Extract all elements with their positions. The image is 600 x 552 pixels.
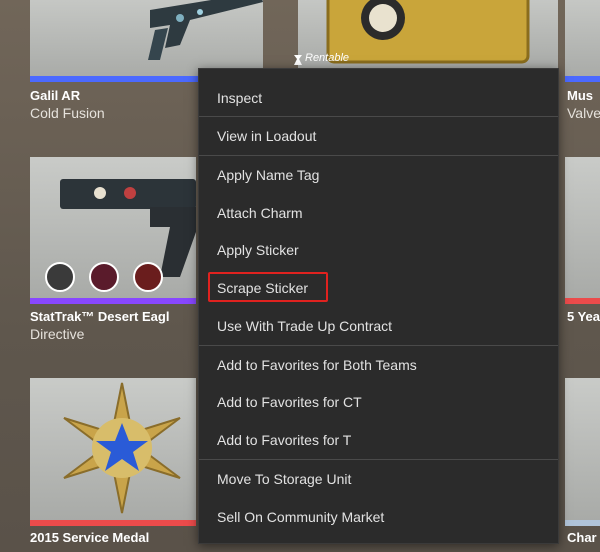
menu-separator	[199, 155, 558, 156]
menu-item-inspect[interactable]: Inspect	[199, 80, 558, 116]
rarity-bar	[565, 298, 600, 304]
menu-item-favorites-both[interactable]: Add to Favorites for Both Teams	[199, 347, 558, 383]
menu-separator	[199, 459, 558, 460]
item-skin: Cold Fusion	[30, 105, 105, 121]
menu-separator	[199, 116, 558, 117]
menu-separator	[199, 345, 558, 346]
item-tile-five-year[interactable]	[565, 157, 600, 304]
item-skin: Directive	[30, 326, 85, 342]
menu-item-attach-charm[interactable]: Attach Charm	[199, 195, 558, 231]
rentable-badge: Rentable	[305, 52, 350, 64]
rentable-icon	[294, 55, 302, 65]
menu-item-sell-market[interactable]: Sell On Community Market	[199, 499, 558, 535]
item-name: Char	[567, 530, 597, 545]
rarity-bar	[565, 76, 600, 82]
item-name: 5 Yea	[567, 309, 600, 324]
rarity-bar	[30, 520, 196, 526]
item-name: StatTrak™ Desert Eagl	[30, 309, 170, 324]
item-tile-music[interactable]	[565, 0, 600, 82]
scrape-sticker-highlight	[208, 272, 328, 302]
item-tile-deagle[interactable]	[30, 157, 196, 304]
item-name: Galil AR	[30, 88, 81, 103]
menu-item-favorites-t[interactable]: Add to Favorites for T	[199, 422, 558, 458]
service-medal-image	[63, 382, 181, 514]
context-menu: Inspect View in Loadout Apply Name Tag A…	[198, 68, 559, 544]
menu-item-favorites-ct[interactable]: Add to Favorites for CT	[199, 384, 558, 420]
desert-eagle-image	[45, 179, 196, 292]
menu-item-apply-sticker[interactable]: Apply Sticker	[199, 232, 558, 268]
menu-item-view-in-loadout[interactable]: View in Loadout	[199, 118, 558, 154]
menu-item-apply-name-tag[interactable]: Apply Name Tag	[199, 157, 558, 193]
inventory-grid: Rentable Galil AR Cold Fusion Mus Valve …	[0, 0, 600, 552]
rarity-bar	[565, 520, 600, 526]
item-name: 2015 Service Medal	[30, 530, 150, 545]
menu-item-trade-up[interactable]: Use With Trade Up Contract	[199, 308, 558, 344]
item-tile-char[interactable]	[565, 378, 600, 526]
menu-item-storage-unit[interactable]: Move To Storage Unit	[199, 461, 558, 497]
item-tile-service-medal[interactable]	[30, 378, 196, 526]
item-skin: Valve	[567, 105, 600, 121]
item-name: Mus	[567, 88, 593, 103]
rarity-bar	[30, 298, 196, 304]
